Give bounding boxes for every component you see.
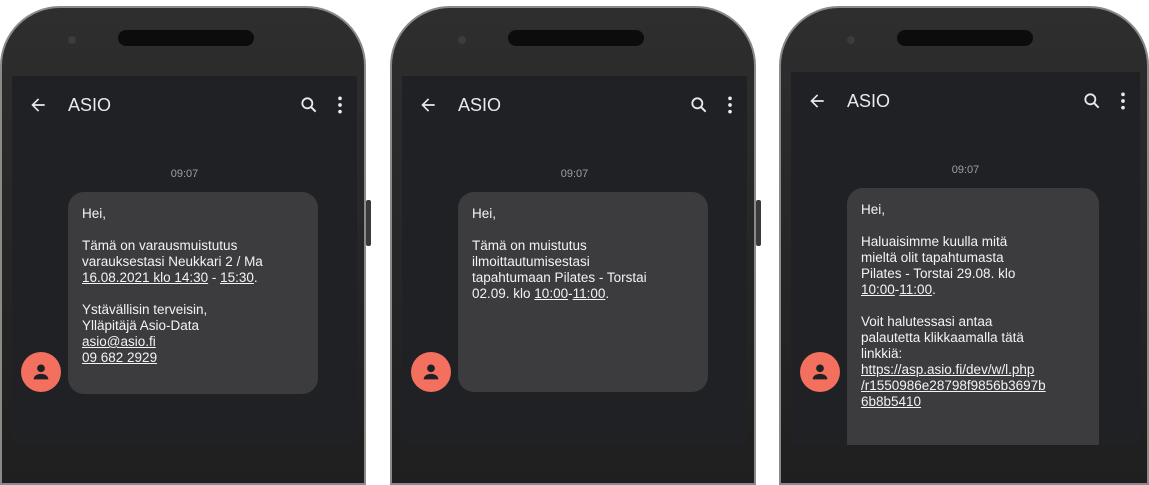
contact-avatar[interactable] [411,352,451,392]
email-link[interactable]: asio@asio.fi [82,334,156,349]
app-bar: ASIO [402,76,747,134]
feedback-link[interactable]: 6b8b5410 [861,394,921,409]
message-bubble: Hei, Tämä on muistutus ilmoittautumisest… [458,192,708,392]
phone-3: ASIO 09:07 Hei, Haluaisimme kuulla mitä … [779,0,1149,485]
phone-2: ASIO 09:07 Hei, Tämä on muistutus ilmoit… [390,0,761,485]
message-paragraph: Tämä on varausmuistutus varauksestasi Ne… [82,238,304,286]
signature-paragraph: Ystävällisin terveisin, Ylläpitäjä Asio-… [82,302,304,366]
search-icon[interactable] [1082,91,1102,111]
conversation-title: ASIO [847,90,891,111]
app-bar: ASIO [12,76,357,134]
search-icon[interactable] [299,95,319,115]
person-icon [812,364,828,380]
earpiece-speaker [897,30,1033,46]
text-line: Ystävällisin terveisin, [82,302,208,317]
text-line: tapahtumaan Pilates - Torstai [472,270,647,285]
back-arrow-icon[interactable] [28,95,48,115]
text-line: Tämä on muistutus [472,238,587,253]
earpiece-speaker [118,30,254,46]
text-punct: . [932,282,936,297]
text-line: palautetta klikkaamalla tätä [861,330,1024,345]
message-timestamp: 09:07 [170,168,199,180]
time-link[interactable]: 15:30 [220,270,254,285]
end-time-link[interactable]: 11:00 [899,282,932,297]
conversation-title: ASIO [458,94,502,115]
text-line: 02.09. klo [472,286,535,301]
date-link[interactable]: 16.08.2021 klo 14:30 [82,270,208,285]
message-paragraph: Haluaisimme kuulla mitä mieltä olit tapa… [861,234,1085,298]
text-line: Tämä on varausmuistutus [82,238,238,253]
message-timestamp: 09:07 [560,168,589,180]
end-time-link[interactable]: 11:00 [573,286,606,301]
text-punct: . [605,286,610,301]
text-line: Ylläpitäjä Asio-Data [82,318,200,333]
app-bar: ASIO [791,72,1140,130]
text-line: mieltä olit tapahtumasta [861,250,1004,265]
text-line: Haluaisimme kuulla mitä [861,234,1008,249]
text-punct: . [253,270,258,285]
contact-avatar[interactable] [800,352,840,392]
search-icon[interactable] [689,95,709,115]
start-time-link[interactable]: 10:00 [861,282,895,297]
text-line: ilmoittautumisestasi [472,254,590,269]
back-arrow-icon[interactable] [807,91,827,111]
greeting: Hei, [82,206,107,221]
greeting: Hei, [861,202,886,217]
text-line: linkkiä: [861,346,903,361]
front-camera [847,36,855,44]
more-vert-icon[interactable] [727,95,733,115]
earpiece-speaker [508,30,644,46]
phone-1: ASIO 09:07 Hei, Tämä on varausmuistutus … [0,0,371,485]
messages-screen: ASIO 09:07 Hei, Tämä on muistutus ilmoit… [402,76,747,445]
feedback-link[interactable]: https://asp.asio.fi/dev/w/l.php [861,362,1034,377]
start-time-link[interactable]: 10:00 [534,286,568,301]
front-camera [68,36,76,44]
message-timestamp: 09:07 [951,164,980,176]
phone-side-button [756,200,761,246]
phone-link[interactable]: 09 682 2929 [82,350,157,365]
conversation-title: ASIO [68,94,112,115]
message-bubble: Hei, Haluaisimme kuulla mitä mieltä olit… [847,188,1099,445]
person-icon [423,364,439,380]
messages-screen: ASIO 09:07 Hei, Haluaisimme kuulla mitä … [791,72,1140,445]
more-vert-icon[interactable] [337,95,343,115]
phone-side-button [366,200,371,246]
text-line: varauksestasi Neukkari 2 / Ma [82,254,263,269]
back-arrow-icon[interactable] [418,95,438,115]
contact-avatar[interactable] [21,352,61,392]
text-separator: - [208,270,221,285]
messages-screen: ASIO 09:07 Hei, Tämä on varausmuistutus … [12,76,357,445]
text-line: Pilates - Torstai 29.08. klo [861,266,1016,281]
more-vert-icon[interactable] [1120,91,1126,111]
message-paragraph: Tämä on muistutus ilmoittautumisestasi t… [472,238,694,302]
message-bubble: Hei, Tämä on varausmuistutus varauksesta… [68,192,318,394]
text-line: Voit halutessasi antaa [861,314,993,329]
greeting: Hei, [472,206,497,221]
person-icon [33,364,49,380]
feedback-paragraph: Voit halutessasi antaa palautetta klikka… [861,314,1085,410]
feedback-link[interactable]: /r1550986e28798f9856b3697b [861,378,1046,393]
front-camera [458,36,466,44]
